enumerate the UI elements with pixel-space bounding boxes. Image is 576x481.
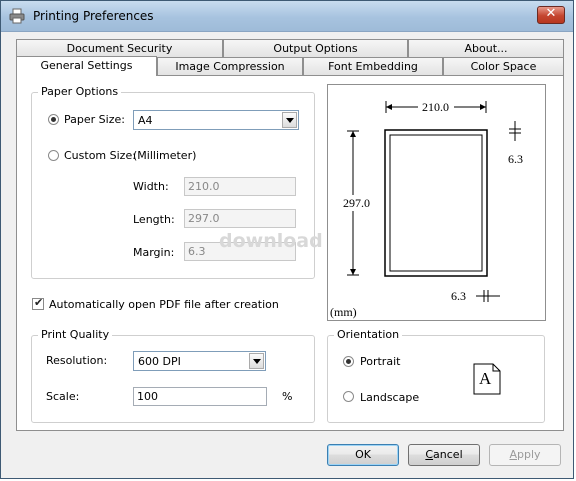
tab-label: Document Security — [66, 42, 173, 55]
preview-width-value: 210.0 — [422, 100, 449, 114]
chevron-down-icon[interactable] — [282, 112, 297, 128]
tab-font-embedding[interactable]: Font Embedding — [303, 57, 443, 75]
landscape-label: Landscape — [360, 391, 420, 404]
window-title: Printing Preferences — [33, 9, 154, 23]
printer-icon — [9, 8, 25, 24]
tab-color-space[interactable]: Color Space — [443, 57, 564, 75]
tab-output-options[interactable]: Output Options — [223, 39, 408, 57]
tab-label: About... — [464, 42, 508, 55]
tab-label: General Settings — [40, 59, 133, 72]
group-label: Paper Options — [38, 85, 122, 98]
auto-open-checkbox[interactable] — [32, 296, 44, 310]
close-button[interactable]: ✕ — [537, 6, 565, 24]
tab-label: Font Embedding — [328, 60, 418, 73]
auto-open-label: Automatically open PDF file after creati… — [49, 298, 279, 311]
units-note: (Millimeter) — [133, 149, 197, 162]
cancel-button[interactable]: Cancel — [408, 444, 480, 466]
ok-button[interactable]: OK — [327, 444, 399, 466]
close-icon: ✕ — [545, 6, 557, 21]
apply-label-rest: pply — [517, 448, 541, 461]
tab-image-compression[interactable]: Image Compression — [157, 57, 303, 75]
custom-size-label: Custom Size: — [64, 149, 136, 162]
title-bar: Printing Preferences ✕ — [1, 1, 573, 32]
group-label: Print Quality — [38, 328, 113, 341]
preview-unit: (mm) — [330, 305, 357, 319]
landscape-radio[interactable] — [343, 391, 354, 402]
paper-preview: 210.0 297.0 6.3 6.3 (mm) — [327, 84, 546, 321]
apply-button[interactable]: Apply — [489, 444, 561, 466]
cancel-hotkey: C — [425, 448, 434, 461]
width-field[interactable]: 210.0 — [184, 177, 296, 196]
margin-label: Margin: — [133, 246, 175, 259]
paper-size-value: A4 — [138, 114, 153, 127]
orientation-icon-letter: A — [479, 369, 492, 388]
resolution-select[interactable]: 600 DPI — [133, 351, 266, 371]
length-label: Length: — [133, 213, 175, 226]
group-label: Orientation — [334, 328, 403, 341]
preview-margin-right: 6.3 — [508, 152, 523, 166]
resolution-label: Resolution: — [46, 354, 108, 367]
portrait-radio[interactable] — [343, 356, 354, 367]
scale-field[interactable]: 100 — [133, 387, 267, 406]
tab-general-settings[interactable]: General Settings — [16, 56, 157, 76]
tab-label: Output Options — [273, 42, 358, 55]
resolution-value: 600 DPI — [138, 355, 181, 368]
chevron-down-icon[interactable] — [249, 353, 264, 369]
length-field[interactable]: 297.0 — [184, 209, 296, 228]
apply-hotkey: A — [509, 448, 517, 461]
preview-height-value: 297.0 — [343, 196, 370, 210]
portrait-label: Portrait — [360, 355, 401, 368]
paper-size-select[interactable]: A4 — [133, 110, 299, 130]
tab-about[interactable]: About... — [408, 39, 564, 57]
custom-size-radio[interactable] — [48, 150, 59, 161]
width-label: Width: — [133, 180, 169, 193]
printing-preferences-window: Printing Preferences ✕ Document Security… — [0, 0, 574, 479]
ok-label: OK — [355, 448, 371, 461]
paper-size-radio[interactable] — [48, 114, 59, 125]
tab-document-security[interactable]: Document Security — [16, 39, 223, 57]
preview-margin-bottom: 6.3 — [451, 289, 466, 303]
print-quality-group: Print Quality — [31, 328, 315, 423]
paper-size-label: Paper Size: — [64, 113, 125, 126]
cancel-label-rest: ancel — [433, 448, 463, 461]
scale-label: Scale: — [46, 390, 80, 403]
tab-label: Image Compression — [175, 60, 285, 73]
percent-label: % — [282, 390, 293, 403]
tab-label: Color Space — [470, 60, 537, 73]
watermark-text: download — [219, 230, 323, 252]
orientation-group: Orientation — [327, 328, 545, 423]
